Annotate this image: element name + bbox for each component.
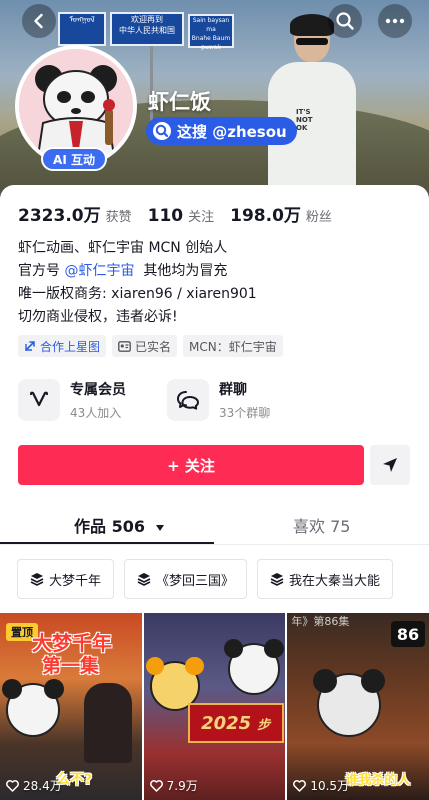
stack-icon: [30, 573, 44, 586]
send-icon: [383, 458, 397, 472]
group-title: 群聊: [219, 382, 247, 398]
likes-count[interactable]: 2323.0万: [18, 201, 101, 226]
year-suffix: 步: [257, 717, 271, 733]
collections-row: 大梦千年 《梦回三国》 我在大秦当大能: [17, 559, 394, 599]
video-likes-count: 7.9万: [166, 779, 198, 793]
ai-badge-label: AI 互动: [53, 152, 95, 167]
id-card-icon: [118, 340, 131, 352]
sign-welcome: 欢迎再到 中华人民共和国: [110, 12, 184, 46]
caret-down-icon: [155, 524, 164, 531]
tab-works-label: 作品 506: [74, 517, 145, 536]
following-count[interactable]: 110: [148, 206, 184, 226]
stack-icon: [137, 573, 151, 586]
tag-verified[interactable]: 已实名: [112, 335, 178, 357]
ai-interact-badge[interactable]: AI 互动: [41, 147, 107, 171]
share-button[interactable]: [370, 445, 410, 485]
collection-chip[interactable]: 我在大秦当大能: [257, 559, 394, 599]
year-sign: 2025 步: [187, 703, 284, 743]
video-grid: 置顶 大梦千年 第一集 么不? 28.4万 2025 步 7.9万 年》第86集…: [0, 613, 429, 800]
video-likes: 7.9万: [149, 777, 198, 794]
tab-likes[interactable]: 喜欢 75: [293, 513, 350, 537]
member-sub: 43人加入: [70, 406, 122, 420]
video-thumbnail[interactable]: 2025 步 7.9万: [143, 613, 286, 800]
search-pill-icon: [153, 122, 171, 140]
chevron-left-icon: [34, 13, 43, 29]
heart-icon: [6, 779, 19, 792]
more-button[interactable]: [378, 4, 412, 38]
follow-button[interactable]: + 关注: [18, 445, 364, 485]
collection-label: 《梦回三国》: [156, 573, 235, 589]
tag-mcn[interactable]: MCN：虾仁宇宙: [183, 335, 283, 357]
collection-label: 大梦千年: [49, 573, 102, 589]
profile-nickname: 虾仁饭: [148, 90, 211, 114]
tab-works[interactable]: 作品 506: [74, 513, 165, 537]
stats-row: 2323.0万 获赞 110 关注 198.0万 粉丝: [18, 201, 348, 226]
official-account-link[interactable]: @虾仁宇宙: [64, 263, 134, 279]
heart-icon: [149, 779, 163, 792]
member-title: 专属会员: [70, 382, 126, 398]
bio-line: 虾仁动画、虾仁宇宙 MCN 创始人: [18, 240, 228, 256]
character-figure: [84, 683, 132, 763]
heart-icon: [293, 779, 307, 792]
tags-row: 合作上星图 已实名 MCN：虾仁宇宙: [18, 335, 283, 357]
back-button[interactable]: [22, 4, 56, 38]
video-likes-count: 10.5万: [310, 779, 350, 793]
bio-line: 切勿商业侵权，违者必诉!: [18, 309, 178, 325]
video-caption: 谁我杀的人: [345, 773, 411, 788]
year-label: 2025: [201, 712, 252, 734]
panda-character: [313, 669, 386, 737]
tag-label: MCN：虾仁宇宙: [189, 339, 277, 354]
collection-label: 我在大秦当大能: [289, 573, 381, 589]
following-label: 关注: [188, 210, 215, 225]
member-v-icon: [29, 391, 49, 407]
episode-number: 86: [391, 621, 426, 647]
group-icon-box: [167, 379, 209, 421]
follow-label: + 关注: [167, 456, 215, 475]
likes-label: 获赞: [105, 210, 132, 225]
panda-character: [2, 679, 64, 737]
tag-xingtu[interactable]: 合作上星图: [18, 335, 107, 357]
sign-mongolian: ᠮᠣᠩᠭᠣᠯ: [58, 12, 106, 46]
collection-chip[interactable]: 大梦千年: [17, 559, 115, 599]
profile-tabs: 作品 506 喜欢 75: [0, 507, 429, 545]
bio-line: 官方号 @虾仁宇宙 其他均为冒充: [18, 263, 228, 279]
panda-character: [223, 639, 284, 695]
video-thumbnail[interactable]: 置顶 大梦千年 第一集 么不? 28.4万: [0, 613, 142, 800]
shirt-text: IT'S NOT OK: [296, 108, 313, 132]
tag-label: 已实名: [135, 339, 172, 354]
followers-label: 粉丝: [305, 210, 332, 225]
followers-count[interactable]: 198.0万: [230, 201, 301, 226]
bio-line: 唯一版权商务: xiaren96 / xiaren901: [18, 286, 257, 302]
banner-person: IT'S NOT OK: [262, 14, 362, 200]
group-chat-entry[interactable]: 群聊 33个群聊: [167, 379, 270, 421]
collection-chip[interactable]: 《梦回三国》: [124, 559, 248, 599]
panda-avatar-icon: [19, 49, 133, 163]
search-button[interactable]: [328, 4, 362, 38]
episode-label: 年》第86集: [291, 615, 350, 628]
active-tab-indicator: [0, 542, 214, 544]
avatar-image: [19, 49, 133, 163]
bio: 虾仁动画、虾仁宇宙 MCN 创始人 官方号 @虾仁宇宙 其他均为冒充 唯一版权商…: [18, 237, 257, 329]
search-icon: [336, 12, 354, 30]
sign-latin: Sain baysan ma Bnahe Baum puwak: [188, 14, 234, 51]
video-thumbnail[interactable]: 年》第86集 86 谁我杀的人 10.5万: [287, 613, 429, 800]
video-subtitle: 第一集: [42, 655, 100, 677]
tag-label: 合作上星图: [40, 339, 101, 354]
video-likes: 10.5万: [293, 777, 349, 794]
group-sub: 33个群聊: [219, 406, 271, 420]
member-icon-box: [18, 379, 60, 421]
search-pill[interactable]: 这搜 @zhesou: [146, 117, 297, 145]
profile-card: 2323.0万 获赞 110 关注 198.0万 粉丝 虾仁动画、虾仁宇宙 MC…: [0, 185, 429, 800]
stack-icon: [270, 573, 284, 586]
video-likes: 28.4万: [6, 777, 62, 794]
member-entry[interactable]: 专属会员 43人加入: [18, 379, 126, 421]
more-dots-icon: [385, 18, 405, 24]
video-likes-count: 28.4万: [23, 779, 62, 793]
search-pill-label: 这搜 @zhesou: [177, 122, 287, 141]
link-icon: [25, 341, 35, 351]
chat-bubble-icon: [177, 391, 199, 410]
